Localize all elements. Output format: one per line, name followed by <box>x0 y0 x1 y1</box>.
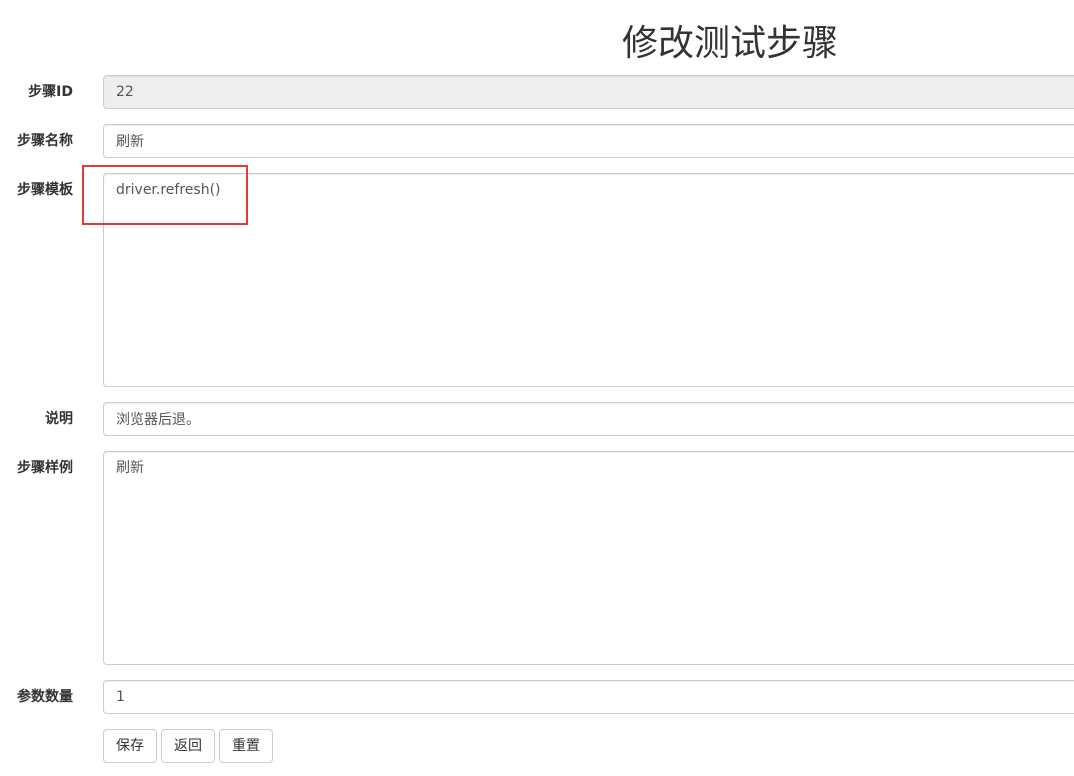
step-example-label: 步骤样例 <box>17 460 73 476</box>
param-count-label: 参数数量 <box>17 689 73 705</box>
description-label: 说明 <box>45 411 73 427</box>
step-template-textarea[interactable]: driver.refresh() <box>103 173 1074 387</box>
edit-test-step-page: 修改测试步骤 步骤ID 步骤名称 步骤模板 driver.refresh() 说… <box>0 0 1074 776</box>
back-button[interactable]: 返回 <box>161 729 215 763</box>
reset-button[interactable]: 重置 <box>219 729 273 763</box>
page-title: 修改测试步骤 <box>622 23 839 64</box>
step-template-label: 步骤模板 <box>17 182 73 198</box>
step-name-field[interactable] <box>103 124 1074 158</box>
save-button[interactable]: 保存 <box>103 729 157 763</box>
step-id-label: 步骤ID <box>28 84 73 100</box>
step-name-label: 步骤名称 <box>17 133 73 149</box>
step-id-field[interactable] <box>103 75 1074 109</box>
param-count-field[interactable] <box>103 680 1074 714</box>
description-field[interactable] <box>103 402 1074 436</box>
step-example-textarea[interactable]: 刷新 <box>103 451 1074 665</box>
